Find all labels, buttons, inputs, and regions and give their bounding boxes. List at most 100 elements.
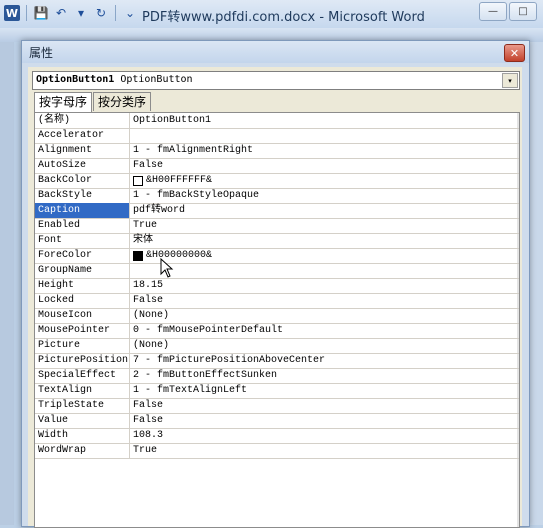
property-value[interactable]: False — [130, 158, 163, 173]
property-value[interactable]: pdf转word — [130, 203, 185, 218]
property-row[interactable]: (名称) OptionButton1 — [35, 113, 519, 129]
property-value-text: 18.15 — [133, 280, 164, 291]
dialog-title-bar[interactable]: 属性 ✕ — [22, 41, 529, 63]
property-name[interactable]: Font — [35, 233, 130, 248]
toolbar-separator — [115, 5, 116, 21]
property-name[interactable]: AutoSize — [35, 158, 130, 173]
property-value[interactable]: 1 - fmAlignmentRight — [130, 143, 253, 158]
property-value[interactable]: 宋体 — [130, 233, 153, 248]
property-row[interactable]: Alignment 1 - fmAlignmentRight — [35, 143, 519, 159]
tab-categorized[interactable]: 按分类序 — [93, 92, 152, 111]
property-value-text: 2 - fmButtonEffectSunken — [133, 370, 278, 381]
property-value[interactable]: False — [130, 293, 163, 308]
property-name[interactable]: Locked — [35, 293, 130, 308]
property-name[interactable]: Height — [35, 278, 130, 293]
property-row[interactable]: Locked False — [35, 293, 519, 309]
property-name[interactable]: GroupName — [35, 263, 130, 278]
property-name[interactable]: (名称) — [35, 113, 130, 128]
property-name[interactable]: Enabled — [35, 218, 130, 233]
property-row[interactable]: SpecialEffect 2 - fmButtonEffectSunken — [35, 368, 519, 384]
property-row[interactable]: TripleState False — [35, 398, 519, 414]
color-swatch-icon — [133, 175, 143, 186]
property-value-text: (None) — [133, 340, 170, 351]
property-value[interactable]: OptionButton1 — [130, 113, 211, 128]
property-row[interactable]: MousePointer 0 - fmMousePointerDefault — [35, 323, 519, 339]
maximize-button[interactable]: □ — [509, 2, 537, 21]
property-value[interactable]: 7 - fmPicturePositionAboveCenter — [130, 353, 325, 368]
property-row[interactable]: Picture (None) — [35, 338, 519, 354]
property-name[interactable]: MouseIcon — [35, 308, 130, 323]
property-name[interactable]: PicturePosition — [35, 353, 130, 368]
property-row[interactable]: WordWrap True — [35, 443, 519, 459]
property-value[interactable]: 1 - fmBackStyleOpaque — [130, 188, 259, 203]
customize-toolbar-icon[interactable]: ⌄ — [122, 5, 138, 21]
tab-alphabetic[interactable]: 按字母序 — [34, 92, 93, 112]
property-name[interactable]: TripleState — [35, 398, 130, 413]
property-value[interactable] — [130, 128, 133, 143]
property-row[interactable]: Height 18.15 — [35, 278, 519, 294]
chevron-down-icon[interactable]: ▾ — [502, 73, 518, 88]
property-value[interactable]: False — [130, 413, 163, 428]
dialog-body: OptionButton1 OptionButton ▾ 按字母序 按分类序 (… — [28, 67, 522, 528]
property-row[interactable]: Width 108.3 — [35, 428, 519, 444]
color-swatch-icon — [133, 250, 143, 261]
save-icon[interactable]: 💾 — [33, 5, 49, 21]
property-row[interactable]: BackColor &H00FFFFFF& — [35, 173, 519, 189]
properties-dialog: 属性 ✕ OptionButton1 OptionButton ▾ 按字母序 按… — [21, 40, 530, 528]
dialog-close-button[interactable]: ✕ — [504, 44, 525, 62]
property-name[interactable]: BackColor — [35, 173, 130, 188]
property-value-text: 1 - fmBackStyleOpaque — [133, 190, 260, 201]
property-row[interactable]: Value False — [35, 413, 519, 429]
property-value[interactable]: 2 - fmButtonEffectSunken — [130, 368, 277, 383]
property-value[interactable]: 0 - fmMousePointerDefault — [130, 323, 283, 338]
property-row[interactable]: AutoSize False — [35, 158, 519, 174]
property-value-text: 1 - fmTextAlignLeft — [133, 385, 248, 396]
property-row[interactable]: ForeColor &H00000000& — [35, 248, 519, 264]
property-row[interactable]: BackStyle 1 - fmBackStyleOpaque — [35, 188, 519, 204]
undo-dropdown-icon[interactable]: ▾ — [73, 5, 89, 21]
property-value[interactable]: True — [130, 443, 157, 458]
property-value[interactable]: (None) — [130, 308, 169, 323]
property-value[interactable]: 18.15 — [130, 278, 163, 293]
property-row[interactable]: GroupName — [35, 263, 519, 279]
property-row[interactable]: PicturePosition 7 - fmPicturePositionAbov… — [35, 353, 519, 369]
property-value-text: 7 - fmPicturePositionAboveCenter — [133, 355, 326, 366]
minimize-button[interactable]: — — [479, 2, 507, 21]
property-row[interactable]: Caption pdf转word — [35, 203, 519, 219]
object-name: OptionButton1 — [36, 74, 115, 85]
property-value-text: True — [133, 445, 158, 456]
object-selector[interactable]: OptionButton1 OptionButton ▾ — [32, 71, 520, 90]
property-name[interactable]: SpecialEffect — [35, 368, 130, 383]
property-value[interactable]: &H00FFFFFF& — [130, 173, 212, 188]
property-row[interactable]: Font 宋体 — [35, 233, 519, 249]
property-name[interactable]: Accelerator — [35, 128, 130, 143]
property-value[interactable]: False — [130, 398, 163, 413]
property-row[interactable]: TextAlign 1 - fmTextAlignLeft — [35, 383, 519, 399]
object-selector-value: OptionButton1 OptionButton — [36, 74, 193, 85]
property-value-text: OptionButton1 — [133, 115, 212, 126]
properties-tabs: 按字母序 按分类序 — [34, 92, 152, 112]
property-name[interactable]: TextAlign — [35, 383, 130, 398]
property-name[interactable]: Value — [35, 413, 130, 428]
property-name[interactable]: Picture — [35, 338, 130, 353]
property-value[interactable]: True — [130, 218, 157, 233]
property-name[interactable]: MousePointer — [35, 323, 130, 338]
property-value[interactable]: 108.3 — [130, 428, 163, 443]
property-row[interactable]: Accelerator — [35, 128, 519, 144]
undo-icon[interactable]: ↶ — [53, 5, 69, 21]
property-name[interactable]: Caption — [35, 203, 130, 218]
property-value-text: True — [133, 220, 158, 231]
property-row[interactable]: Enabled True — [35, 218, 519, 234]
property-row[interactable]: MouseIcon (None) — [35, 308, 519, 324]
property-value[interactable] — [130, 263, 133, 278]
property-value[interactable]: 1 - fmTextAlignLeft — [130, 383, 247, 398]
property-value[interactable]: (None) — [130, 338, 169, 353]
property-name[interactable]: WordWrap — [35, 443, 130, 458]
property-name[interactable]: ForeColor — [35, 248, 130, 263]
redo-icon[interactable]: ↻ — [93, 5, 109, 21]
property-name[interactable]: Width — [35, 428, 130, 443]
property-name[interactable]: BackStyle — [35, 188, 130, 203]
word-app-icon[interactable]: W — [4, 5, 20, 21]
property-name[interactable]: Alignment — [35, 143, 130, 158]
mouse-cursor-icon — [160, 258, 174, 278]
